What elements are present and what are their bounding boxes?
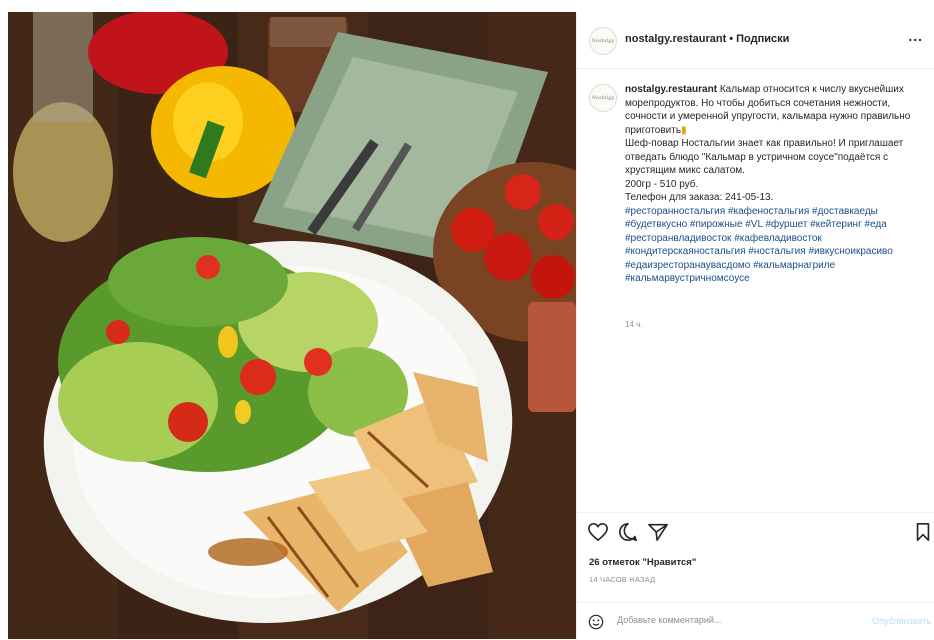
post-timestamp: 14 ЧАСОВ НАЗАД	[589, 575, 656, 584]
publish-button[interactable]: Опубликовать	[872, 616, 931, 626]
food-photo-illustration	[8, 12, 576, 639]
caption-avatar-logo-text: Nostalgy	[591, 95, 615, 101]
heart-icon[interactable]	[587, 522, 609, 542]
post-photo[interactable]	[8, 12, 576, 639]
caption-username-link[interactable]: nostalgy.restaurant	[625, 84, 717, 95]
caption-phone: Телефон для заказа: 241-05-13.	[625, 192, 774, 203]
following-button[interactable]: Подписки	[736, 33, 789, 45]
caption-timestamp: 14 ч.	[625, 320, 643, 329]
more-options-icon[interactable]: ...	[908, 28, 923, 44]
bookmark-icon[interactable]	[915, 522, 931, 542]
share-icon[interactable]	[647, 522, 669, 542]
caption-line-chef: Шеф-повар Ностальгии знает как правильно…	[625, 138, 904, 176]
comment-input[interactable]	[617, 615, 847, 625]
post-header-text: nostalgy.restaurant • Подписки	[625, 33, 789, 45]
separator-dot: •	[729, 33, 734, 45]
likes-count[interactable]: 26 отметок "Нравится"	[589, 557, 696, 568]
post-caption: nostalgy.restaurant Кальмар относится к …	[625, 83, 929, 286]
post-side-panel: Nostalgy nostalgy.restaurant • Подписки ..…	[576, 12, 934, 639]
window-left-edge	[0, 0, 8, 639]
thumbs-emoji-icon: ▮	[681, 124, 687, 136]
comment-icon[interactable]	[617, 522, 639, 542]
caption-avatar[interactable]: Nostalgy	[589, 84, 617, 112]
avatar-logo-text: Nostalgy	[591, 38, 615, 44]
username-link[interactable]: nostalgy.restaurant	[625, 33, 726, 45]
avatar[interactable]: Nostalgy	[589, 27, 617, 55]
caption-price: 200гр - 510 руб.	[625, 178, 699, 190]
post-header: Nostalgy nostalgy.restaurant • Подписки ..…	[577, 12, 934, 69]
caption-hashtags[interactable]: #ресторанностальгия #кафеностальгия #дос…	[625, 205, 929, 286]
emoji-icon[interactable]	[588, 614, 604, 630]
comment-bar: Опубликовать	[577, 602, 934, 640]
window-top-edge	[0, 0, 934, 12]
